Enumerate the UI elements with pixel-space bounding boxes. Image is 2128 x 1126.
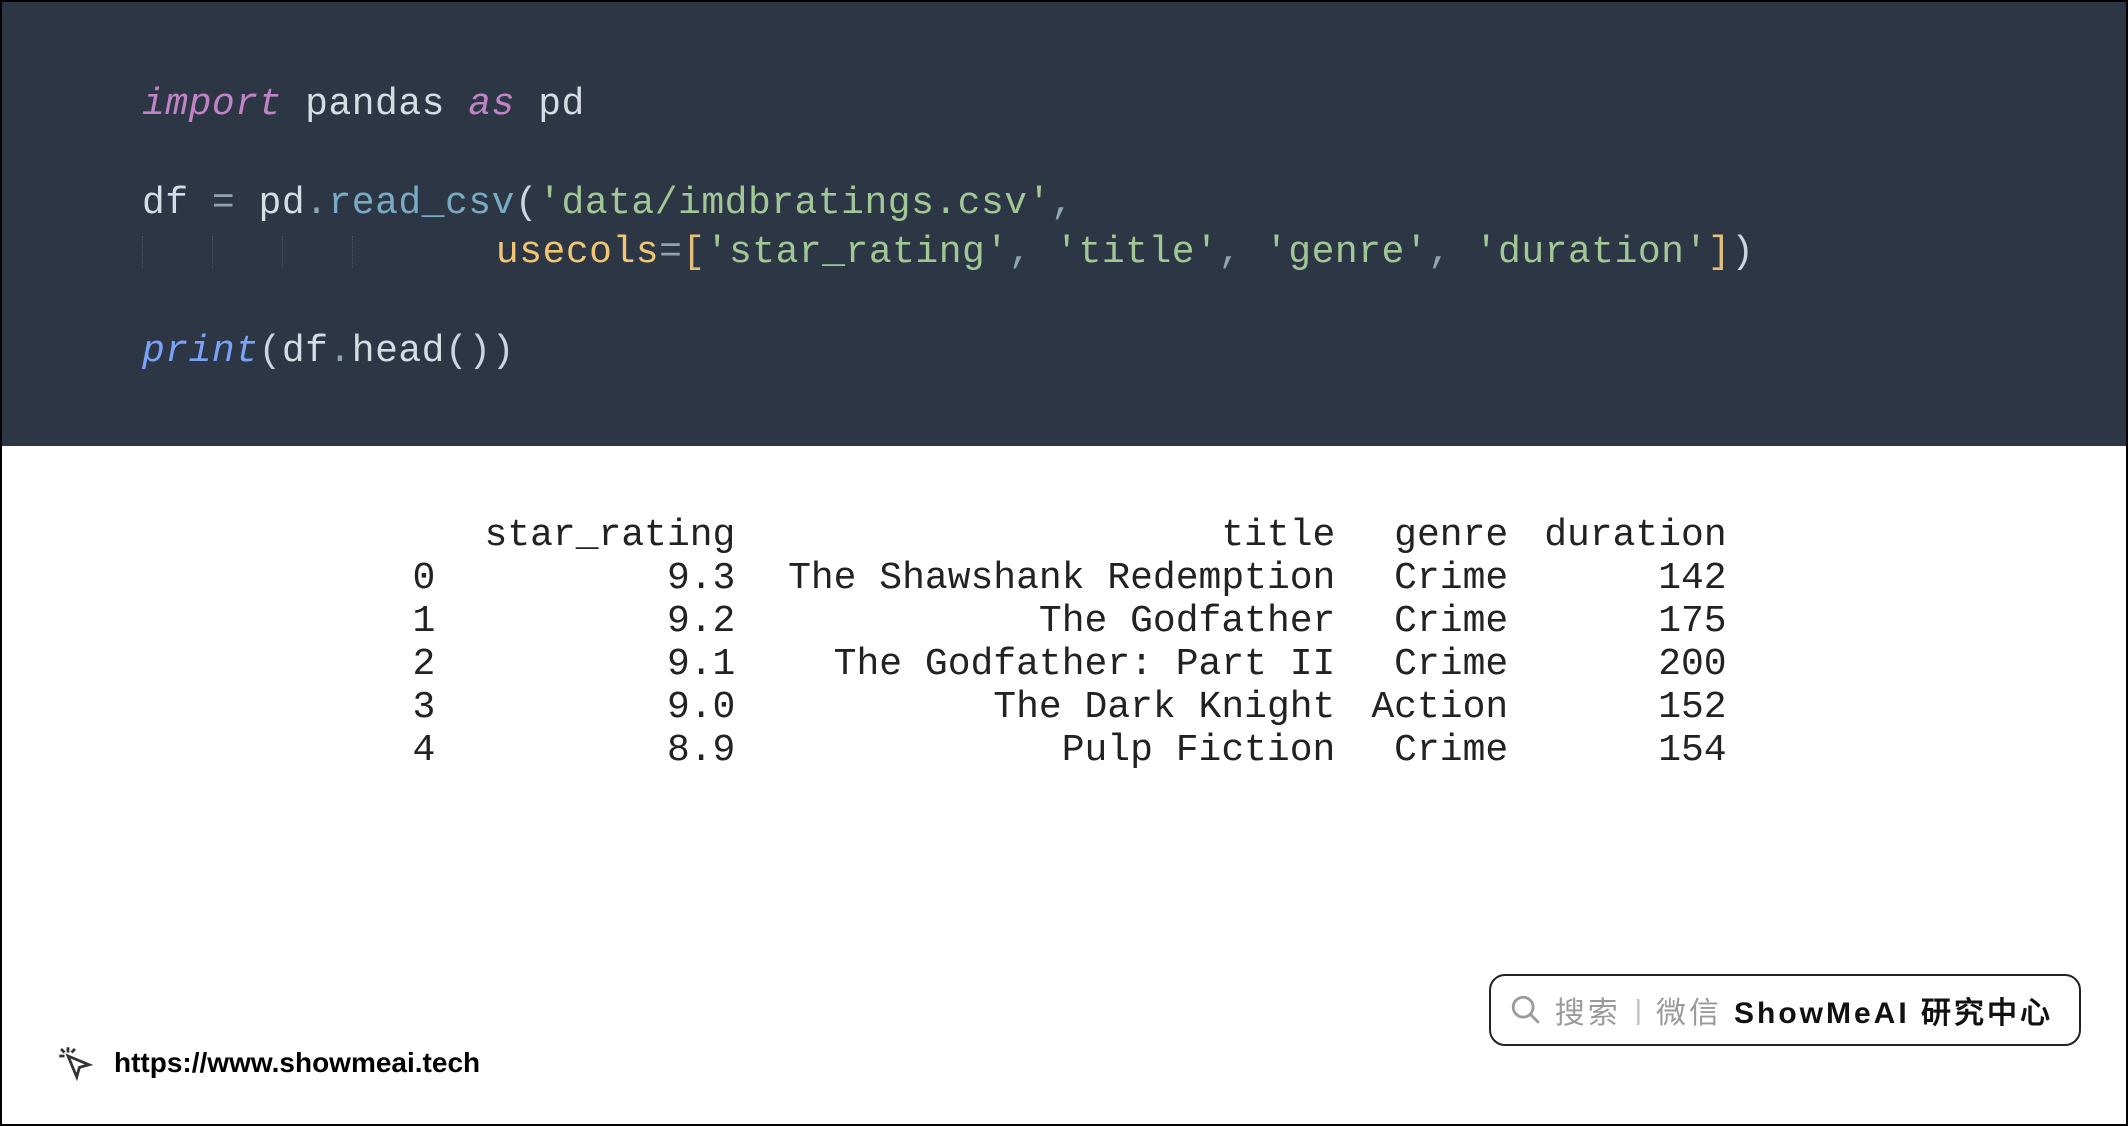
cell-title: The Godfather: Part II [753, 643, 1353, 686]
paren-open: ( [515, 182, 538, 225]
cell-title: The Shawshank Redemption [753, 557, 1353, 600]
col2: 'title' [1055, 231, 1218, 274]
paren-close-3: ) [468, 330, 491, 373]
sep2: , [1218, 231, 1265, 274]
col1: 'star_rating' [706, 231, 1009, 274]
bracket-close: ] [1708, 231, 1731, 274]
dataframe-table: star_rating title genre duration 0 9.3 T… [383, 514, 1744, 772]
table-row: 4 8.9 Pulp Fiction Crime 154 [383, 729, 1744, 772]
cell-rating: 8.9 [453, 729, 753, 772]
dot: . [305, 182, 328, 225]
col4: 'duration' [1475, 231, 1708, 274]
cell-index: 3 [383, 686, 453, 729]
fn-print: print [142, 330, 259, 373]
search-badge[interactable]: 搜索 | 微信 ShowMeAI 研究中心 [1489, 974, 2081, 1046]
sep1: , [1009, 231, 1056, 274]
paren-close-2: ) [492, 330, 515, 373]
table-row: 2 9.1 The Godfather: Part II Crime 200 [383, 643, 1744, 686]
col-duration: duration [1526, 514, 1744, 557]
cell-rating: 9.0 [453, 686, 753, 729]
table-body: 0 9.3 The Shawshank Redemption Crime 142… [383, 557, 1744, 772]
str-path: 'data/imdbratings.csv' [538, 182, 1051, 225]
cell-rating: 9.1 [453, 643, 753, 686]
dot2: . [328, 330, 351, 373]
col-title: title [753, 514, 1353, 557]
col3: 'genre' [1265, 231, 1428, 274]
badge-search-label: 搜索 [1555, 988, 1621, 1032]
cell-index: 0 [383, 557, 453, 600]
footer-url[interactable]: https://www.showmeai.tech [114, 1047, 480, 1079]
output-block: star_rating title genre duration 0 9.3 T… [2, 446, 2126, 772]
paren-open-3: ( [445, 330, 468, 373]
cell-genre: Crime [1353, 643, 1526, 686]
col-index [383, 514, 453, 557]
module-name: pandas [305, 83, 445, 126]
obj-pd: pd [259, 182, 306, 225]
keyword-as: as [468, 83, 515, 126]
paren-open-2: ( [259, 330, 282, 373]
equals2: = [659, 231, 682, 274]
cell-duration: 200 [1526, 643, 1744, 686]
code-line-1: import pandas as pd [142, 80, 2126, 129]
code-line-4: usecols=['star_rating', 'title', 'genre'… [142, 228, 2126, 277]
col-genre: genre [1353, 514, 1526, 557]
cell-index: 2 [383, 643, 453, 686]
table-row: 0 9.3 The Shawshank Redemption Crime 142 [383, 557, 1744, 600]
sep3: , [1428, 231, 1475, 274]
fn-head: head [352, 330, 445, 373]
badge-brand: ShowMeAI 研究中心 [1734, 988, 2053, 1032]
cell-duration: 154 [1526, 729, 1744, 772]
cell-title: Pulp Fiction [753, 729, 1353, 772]
table-header-row: star_rating title genre duration [383, 514, 1744, 557]
cell-genre: Action [1353, 686, 1526, 729]
cell-index: 4 [383, 729, 453, 772]
table-row: 3 9.0 The Dark Knight Action 152 [383, 686, 1744, 729]
cell-index: 1 [383, 600, 453, 643]
cell-genre: Crime [1353, 729, 1526, 772]
document-frame: import pandas as pd df = pd.read_csv('da… [0, 0, 2128, 1126]
comma: , [1051, 182, 1074, 225]
param-usecols: usecols [496, 231, 659, 274]
cell-duration: 175 [1526, 600, 1744, 643]
col-star-rating: star_rating [453, 514, 753, 557]
cell-title: The Godfather [753, 600, 1353, 643]
cursor-click-icon [54, 1042, 96, 1084]
search-icon [1509, 993, 1543, 1027]
keyword-import: import [142, 83, 282, 126]
paren-close: ) [1731, 231, 1754, 274]
equals: = [212, 182, 235, 225]
bracket-open: [ [682, 231, 705, 274]
code-line-blank-2 [142, 278, 2126, 327]
cell-rating: 9.3 [453, 557, 753, 600]
cell-genre: Crime [1353, 557, 1526, 600]
cell-duration: 152 [1526, 686, 1744, 729]
indent-guides [142, 228, 426, 277]
badge-wechat-label: 微信 [1656, 988, 1722, 1032]
code-line-3: df = pd.read_csv('data/imdbratings.csv', [142, 179, 2126, 228]
cell-rating: 9.2 [453, 600, 753, 643]
obj-df: df [282, 330, 329, 373]
code-block: import pandas as pd df = pd.read_csv('da… [2, 2, 2126, 446]
var-df: df [142, 182, 189, 225]
table-row: 1 9.2 The Godfather Crime 175 [383, 600, 1744, 643]
cell-title: The Dark Knight [753, 686, 1353, 729]
cell-duration: 142 [1526, 557, 1744, 600]
code-line-blank-1 [142, 129, 2126, 178]
footer-link: https://www.showmeai.tech [54, 1042, 480, 1084]
alias-name: pd [538, 83, 585, 126]
fn-readcsv: read_csv [328, 182, 514, 225]
badge-divider: | [1635, 994, 1642, 1026]
cell-genre: Crime [1353, 600, 1526, 643]
code-line-6: print(df.head()) [142, 327, 2126, 376]
